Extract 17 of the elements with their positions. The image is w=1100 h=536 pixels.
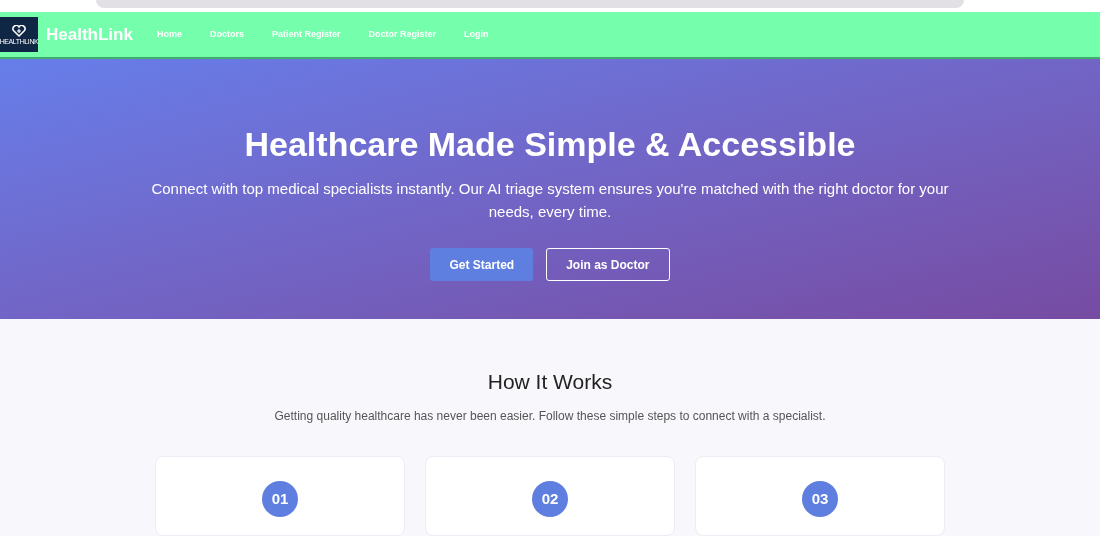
nav-link[interactable]: Patient Register [271, 28, 341, 42]
join-button[interactable]: Join as Doctor [546, 248, 670, 281]
step-number: 02 [532, 481, 568, 517]
nav-link[interactable]: Doctors [209, 28, 244, 42]
get-started-button[interactable]: Get Started [430, 248, 534, 281]
nav-link[interactable]: Doctor Register [368, 28, 436, 42]
heart-icon [12, 24, 26, 37]
nav-link[interactable]: Login [464, 28, 489, 42]
step-number: 01 [262, 481, 298, 517]
step-number: 03 [802, 481, 838, 517]
nav-link[interactable]: Home [156, 28, 182, 42]
address-bar[interactable] [96, 0, 964, 8]
section-title: How It Works [487, 369, 613, 395]
hero-title: Healthcare Made Simple & Accessible [244, 124, 856, 165]
section-subtitle: Getting quality healthcare has never been easier. Follow these simple steps to connect with a specialist. [274, 408, 826, 425]
brand-name[interactable]: HealthLink [46, 22, 133, 48]
hero-subtitle: Connect with top medical specialists instantly. Our AI triage system ensures you're matched with the right doctor for your needs, every time. [150, 179, 950, 222]
